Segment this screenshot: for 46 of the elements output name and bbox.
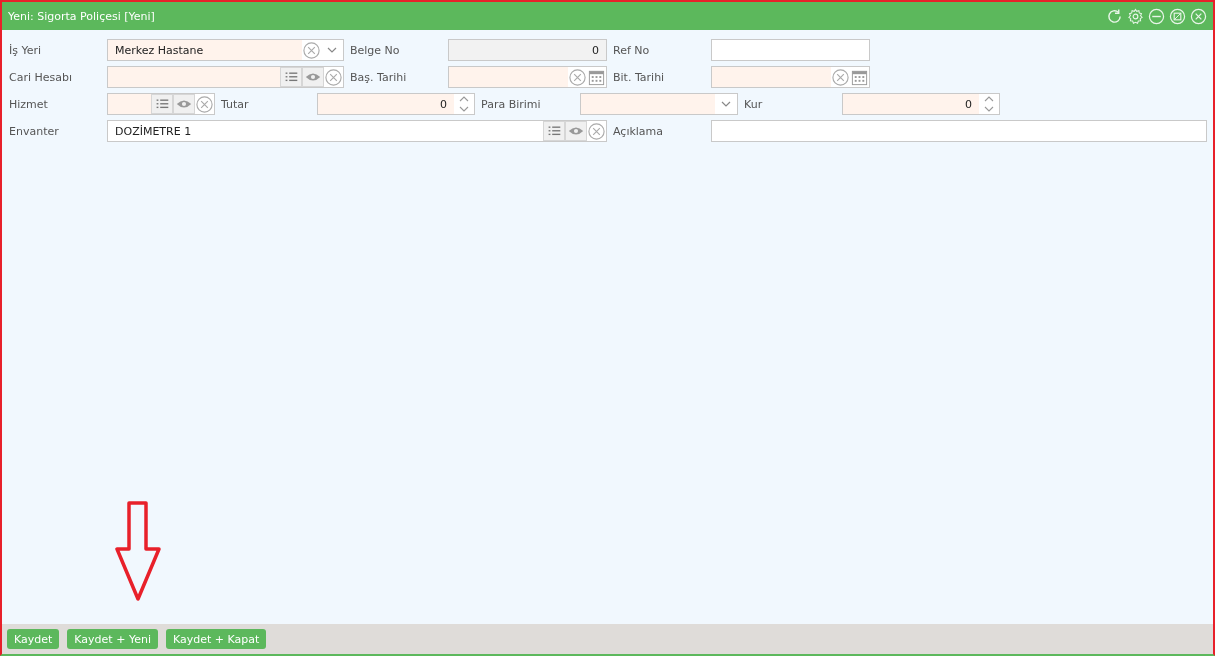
text-field[interactable] <box>711 120 1207 142</box>
clear-icon[interactable] <box>831 67 850 87</box>
lookup-field[interactable] <box>107 93 215 115</box>
clear-icon[interactable] <box>568 67 587 87</box>
field-label: Tutar <box>220 97 250 111</box>
field-value: Merkez Hastane <box>115 43 204 57</box>
number-field[interactable]: 0 <box>317 93 475 115</box>
clear-icon[interactable] <box>587 121 606 141</box>
close-icon[interactable] <box>1190 7 1207 25</box>
eye-icon[interactable] <box>173 94 195 114</box>
clear-icon[interactable] <box>324 67 343 87</box>
field-label: Kur <box>743 97 764 111</box>
combo-box[interactable]: Merkez Hastane <box>107 39 344 61</box>
field-label: Para Birimi <box>480 97 542 111</box>
lookup-field[interactable] <box>107 66 344 88</box>
list-icon[interactable] <box>280 67 302 87</box>
eye-icon[interactable] <box>565 121 587 141</box>
field-label: Hizmet <box>8 97 49 111</box>
select-field[interactable] <box>580 93 738 115</box>
field-label: Açıklama <box>612 124 665 138</box>
text-field[interactable] <box>711 39 870 61</box>
restore-icon[interactable] <box>1169 7 1186 25</box>
list-icon[interactable] <box>151 94 173 114</box>
clear-icon[interactable] <box>195 94 214 114</box>
settings-icon[interactable] <box>1127 7 1144 25</box>
field-value: 0 <box>965 97 972 111</box>
field-label: Cari Hesabı <box>8 70 74 84</box>
field-label: Envanter <box>8 124 60 138</box>
minimize-icon[interactable] <box>1148 7 1165 25</box>
lookup-field[interactable]: DOZİMETRE 1 <box>107 120 607 142</box>
field-label: Ref No <box>612 43 651 57</box>
field-value: 0 <box>440 97 447 111</box>
field-label: Bit. Tarihi <box>612 70 666 84</box>
field-label: Belge No <box>349 43 401 57</box>
date-field[interactable] <box>711 66 870 88</box>
date-field[interactable] <box>448 66 607 88</box>
refresh-icon[interactable] <box>1106 7 1123 25</box>
clear-icon[interactable] <box>302 40 321 60</box>
window-title: Yeni: Sigorta Poliçesi [Yeni] <box>8 9 155 23</box>
field-label: İş Yeri <box>8 43 43 57</box>
eye-icon[interactable] <box>302 67 324 87</box>
list-icon[interactable] <box>543 121 565 141</box>
field-value: 0 <box>592 43 599 57</box>
number-field[interactable]: 0 <box>842 93 1000 115</box>
field-value: DOZİMETRE 1 <box>115 124 192 138</box>
field-label: Baş. Tarihi <box>349 70 408 84</box>
